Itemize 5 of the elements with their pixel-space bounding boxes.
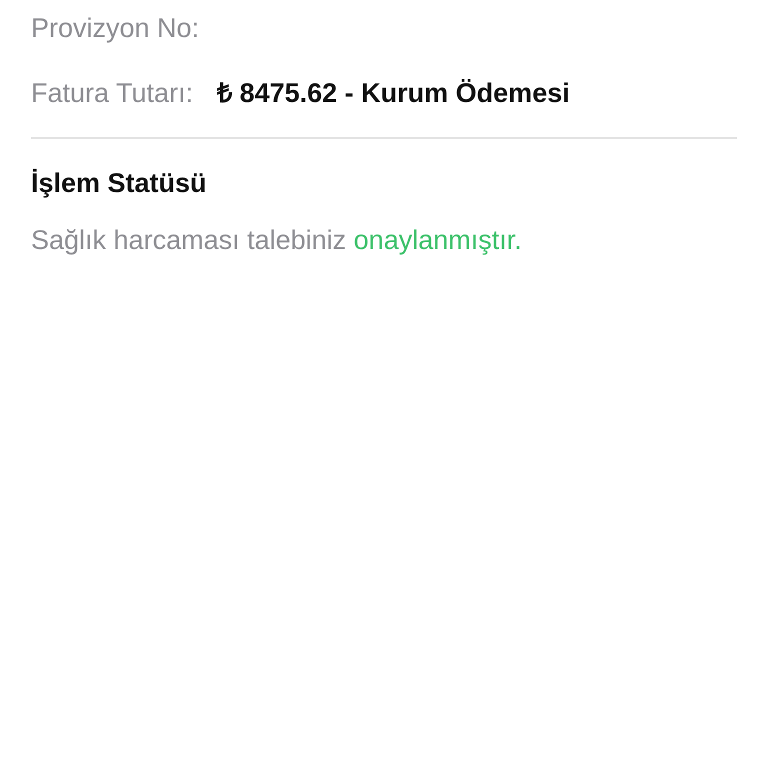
section-title: İşlem Statüsü: [31, 167, 208, 200]
field-label: Provizyon No:: [31, 12, 200, 45]
status-message: Sağlık harcaması talebiniz onaylanmıştır.: [31, 224, 523, 257]
field-label: Fatura Tutarı:: [31, 76, 194, 110]
field-value: ₺ 8475.62 - Kurum Ödemesi: [217, 76, 570, 110]
